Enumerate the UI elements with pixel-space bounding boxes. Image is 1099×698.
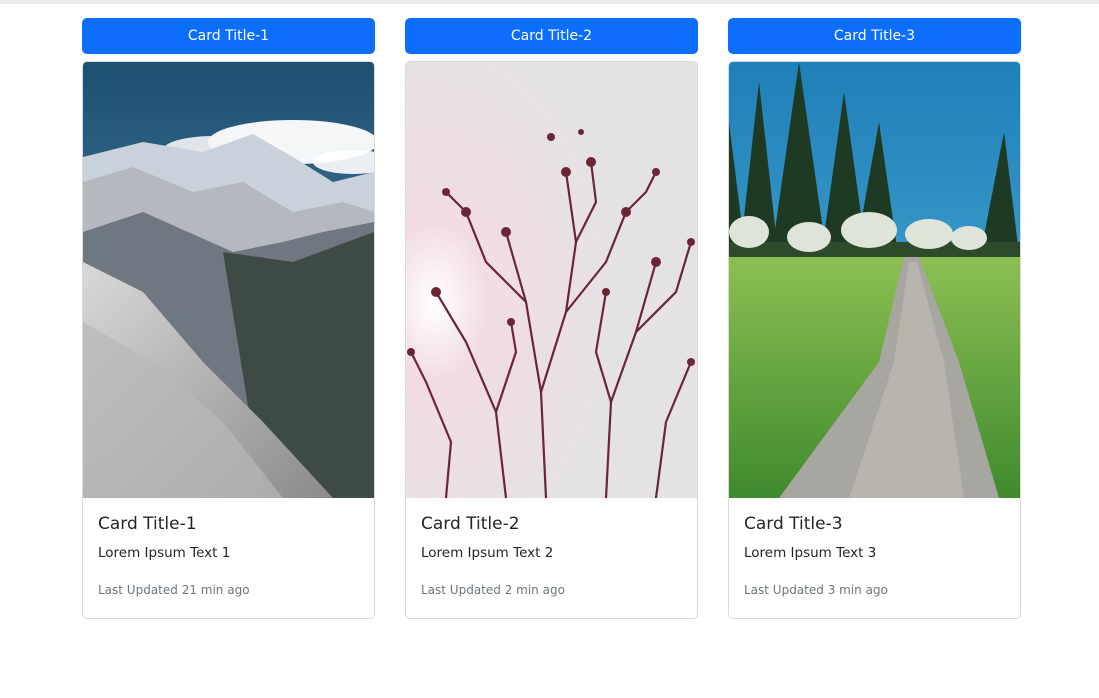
card-2-updated: Last Updated 2 min ago	[421, 583, 565, 597]
card-1-text: Lorem Ipsum Text 1	[98, 545, 231, 561]
card-column-1: Card Title-1 Card Title-1 Lorem Ipsum Te…	[82, 18, 375, 619]
card-row: Card Title-1 Card Title-1 Lorem Ipsum Te…	[82, 18, 1021, 619]
card-3-title-button[interactable]: Card Title-3	[728, 18, 1021, 54]
card-1-title: Card Title-1	[98, 514, 197, 534]
card-3-updated: Last Updated 3 min ago	[744, 583, 888, 597]
card-column-2: Card Title-2 Card Title-2 Lorem Ipsum Te…	[405, 18, 698, 619]
card-2-image	[406, 62, 697, 498]
card-2-body: Card Title-2 Lorem Ipsum Text 2 Last Upd…	[406, 498, 697, 599]
card-1: Card Title-1 Lorem Ipsum Text 1 Last Upd…	[82, 61, 375, 619]
card-3-text: Lorem Ipsum Text 3	[744, 545, 877, 561]
card-1-image	[83, 62, 374, 498]
top-divider	[0, 0, 1099, 4]
card-1-body: Card Title-1 Lorem Ipsum Text 1 Last Upd…	[83, 498, 374, 599]
card-2-title: Card Title-2	[421, 514, 520, 534]
card-3-title: Card Title-3	[744, 514, 843, 534]
card-3-image	[729, 62, 1020, 498]
card-2: Card Title-2 Lorem Ipsum Text 2 Last Upd…	[405, 61, 698, 619]
card-3-body: Card Title-3 Lorem Ipsum Text 3 Last Upd…	[729, 498, 1020, 599]
card-3: Card Title-3 Lorem Ipsum Text 3 Last Upd…	[728, 61, 1021, 619]
card-1-updated: Last Updated 21 min ago	[98, 583, 250, 597]
card-column-3: Card Title-3 Card Title-3 Lorem Ipsum Te…	[728, 18, 1021, 619]
card-2-text: Lorem Ipsum Text 2	[421, 545, 554, 561]
card-2-title-button[interactable]: Card Title-2	[405, 18, 698, 54]
card-1-title-button[interactable]: Card Title-1	[82, 18, 375, 54]
